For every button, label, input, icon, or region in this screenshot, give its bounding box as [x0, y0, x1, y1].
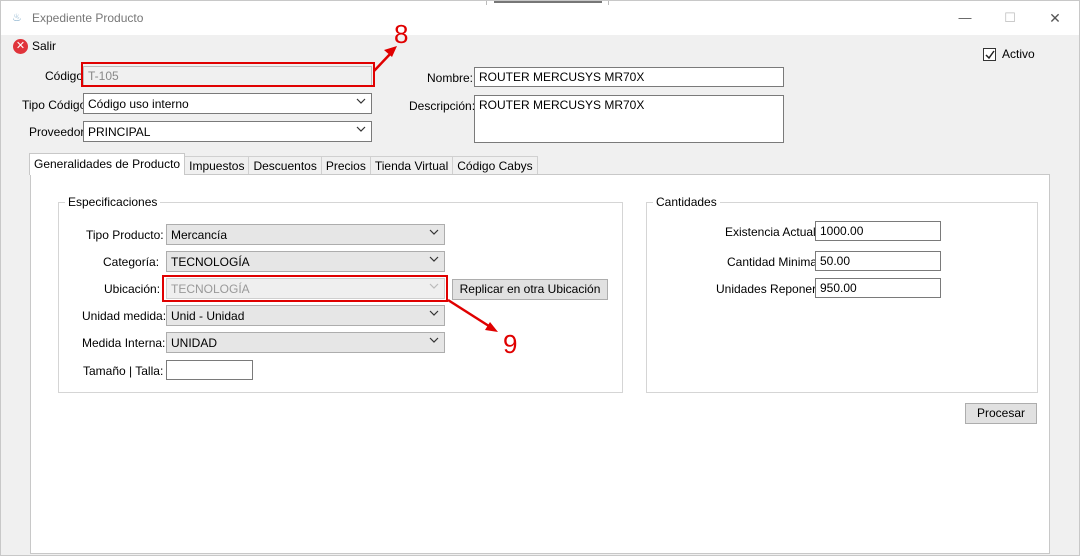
- tab-generalidades[interactable]: Generalidades de Producto: [29, 153, 186, 175]
- annotation-number-9: 9: [503, 329, 518, 359]
- product-record-window: ♨ Expediente Producto — ☐ ✕ ✕ Salir Códi…: [0, 0, 1080, 556]
- annotation-arrows: [373, 46, 498, 332]
- annotation-number-8: 8: [394, 19, 409, 49]
